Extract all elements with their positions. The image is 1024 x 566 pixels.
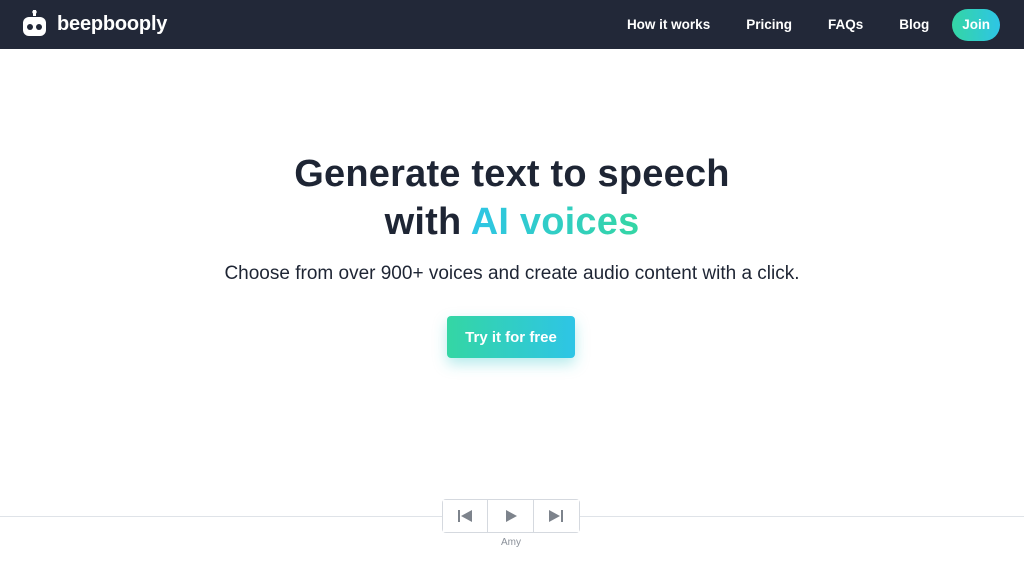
brand-home-link[interactable]: beepbooply — [22, 10, 167, 38]
hero-section: Generate text to speech with AI voices C… — [0, 150, 1024, 285]
primary-nav: How it works Pricing FAQs Blog Join — [591, 0, 1000, 49]
nav-link-blog[interactable]: Blog — [899, 17, 929, 32]
audio-player-controls — [442, 499, 580, 533]
try-it-free-button[interactable]: Try it for free — [447, 316, 575, 358]
skip-next-icon — [549, 510, 564, 522]
voice-name-label: Amy — [501, 537, 521, 548]
play-button[interactable] — [488, 500, 534, 532]
join-button[interactable]: Join — [952, 8, 1000, 41]
hero-title-accent: AI voices — [470, 201, 640, 243]
nav-link-pricing[interactable]: Pricing — [746, 17, 792, 32]
nav-link-how-it-works[interactable]: How it works — [627, 17, 710, 32]
robot-icon — [23, 10, 46, 36]
play-icon — [505, 510, 517, 522]
top-navbar: beepbooply How it works Pricing FAQs Blo… — [0, 0, 1024, 49]
hero-title: Generate text to speech with AI voices — [0, 150, 1024, 246]
nav-link-faqs[interactable]: FAQs — [828, 17, 863, 32]
previous-button[interactable] — [443, 500, 489, 532]
hero-title-line2-prefix: with — [384, 201, 471, 243]
next-button[interactable] — [533, 500, 580, 532]
hero-subtitle: Choose from over 900+ voices and create … — [224, 263, 800, 284]
skip-previous-icon — [458, 510, 473, 522]
brand-name: beepbooply — [57, 12, 168, 35]
hero-title-line1: Generate text to speech — [294, 153, 730, 195]
